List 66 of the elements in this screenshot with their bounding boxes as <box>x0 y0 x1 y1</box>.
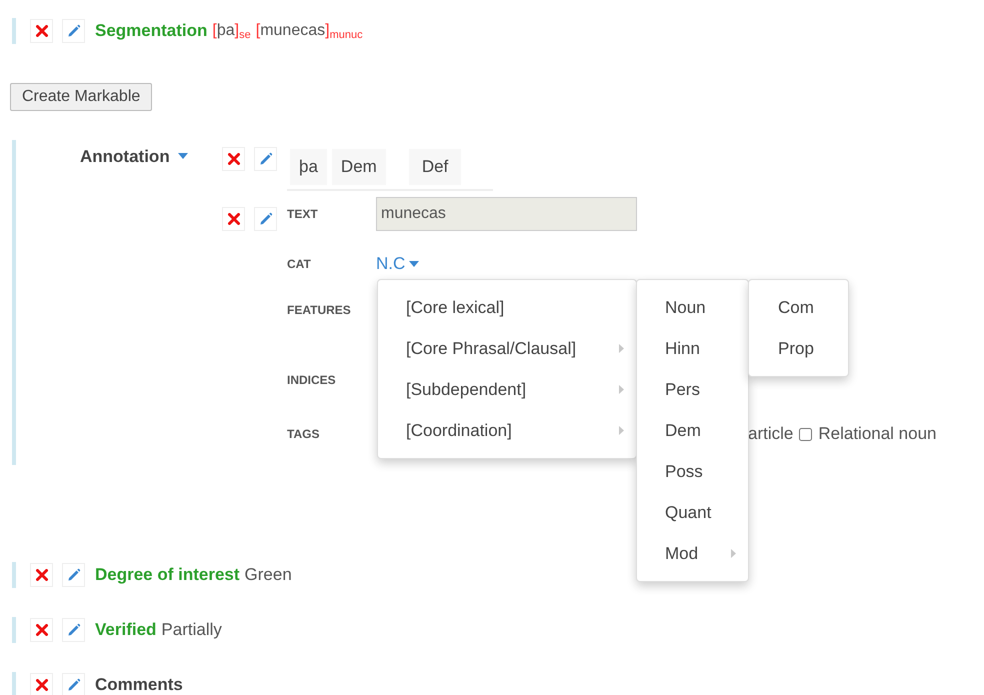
checkbox[interactable] <box>799 428 812 440</box>
create-markable-button[interactable]: Create Markable <box>10 83 152 111</box>
field-label: TAGS <box>287 426 320 443</box>
edit-button[interactable] <box>254 207 277 231</box>
menu-item[interactable]: [Core Phrasal/Clausal] <box>378 328 636 369</box>
chevron-right-icon <box>619 426 624 435</box>
pencil-icon <box>66 24 80 38</box>
token-cell: þa <box>290 149 327 185</box>
close-icon <box>36 679 48 691</box>
chevron-right-icon <box>619 344 624 353</box>
menu-item[interactable]: Com <box>749 287 848 328</box>
field-label: FEATURES <box>287 302 352 319</box>
cat-dropdown[interactable]: N.C <box>376 251 420 277</box>
menu-item[interactable]: [Subdependent] <box>378 369 636 410</box>
property-label: Degree of interest <box>95 564 240 586</box>
annotation-title: Annotation <box>80 146 170 168</box>
menu-item[interactable]: Pers <box>637 369 748 410</box>
delete-button[interactable] <box>30 673 53 695</box>
pencil-icon <box>66 623 80 637</box>
caret-icon <box>178 153 188 159</box>
field-label: CAT <box>287 256 312 273</box>
chevron-right-icon <box>619 385 624 394</box>
text-input[interactable]: munecas <box>376 197 637 231</box>
menu-item[interactable]: Noun <box>637 287 748 328</box>
tag-label: article <box>748 423 794 446</box>
edit-button[interactable] <box>62 563 85 587</box>
pencil-icon <box>66 568 80 582</box>
menu-item[interactable]: Hinn <box>637 328 748 369</box>
edit-button[interactable] <box>62 618 85 642</box>
close-icon <box>36 624 48 636</box>
delete-button[interactable] <box>30 618 53 642</box>
field-label: INDICES <box>287 372 337 389</box>
segment-label: [þa]$_{se}$ <box>212 21 251 43</box>
pencil-icon <box>258 152 272 166</box>
edit-button[interactable] <box>254 147 277 171</box>
close-icon <box>228 213 240 225</box>
delete-button[interactable] <box>30 563 53 587</box>
token-cell: Dem <box>332 149 386 185</box>
menu-item[interactable]: Dem <box>637 410 748 451</box>
close-icon <box>36 25 48 37</box>
pencil-icon <box>66 678 80 692</box>
edit-button[interactable] <box>62 19 85 43</box>
menu-item[interactable]: Mod <box>637 533 748 574</box>
segment-label: [munecas]$_{munuc}$ <box>256 21 363 43</box>
property-value: Green <box>244 564 292 586</box>
delete-button[interactable] <box>222 207 245 231</box>
chevron-right-icon <box>731 549 736 558</box>
token-cell: Def <box>408 149 462 185</box>
menu-item[interactable]: Poss <box>637 451 748 492</box>
caret-icon <box>409 261 420 267</box>
close-icon <box>228 153 240 165</box>
menu-item[interactable]: [Core lexical] <box>378 287 636 328</box>
field-label: TEXT <box>287 206 319 223</box>
close-icon <box>36 569 48 581</box>
delete-button[interactable] <box>222 147 245 171</box>
delete-button[interactable] <box>30 19 53 43</box>
menu-item[interactable]: Prop <box>749 328 848 369</box>
tag-label: Relational noun <box>818 423 937 446</box>
property-label: Comments <box>95 674 183 695</box>
menu-item[interactable]: [Coordination] <box>378 410 636 451</box>
property-value: Partially <box>161 619 222 642</box>
edit-button[interactable] <box>62 673 85 695</box>
property-label: Verified <box>95 619 156 642</box>
pencil-icon <box>258 212 272 226</box>
menu-item[interactable]: Quant <box>637 492 748 533</box>
segmentation-label: Segmentation <box>95 20 208 42</box>
